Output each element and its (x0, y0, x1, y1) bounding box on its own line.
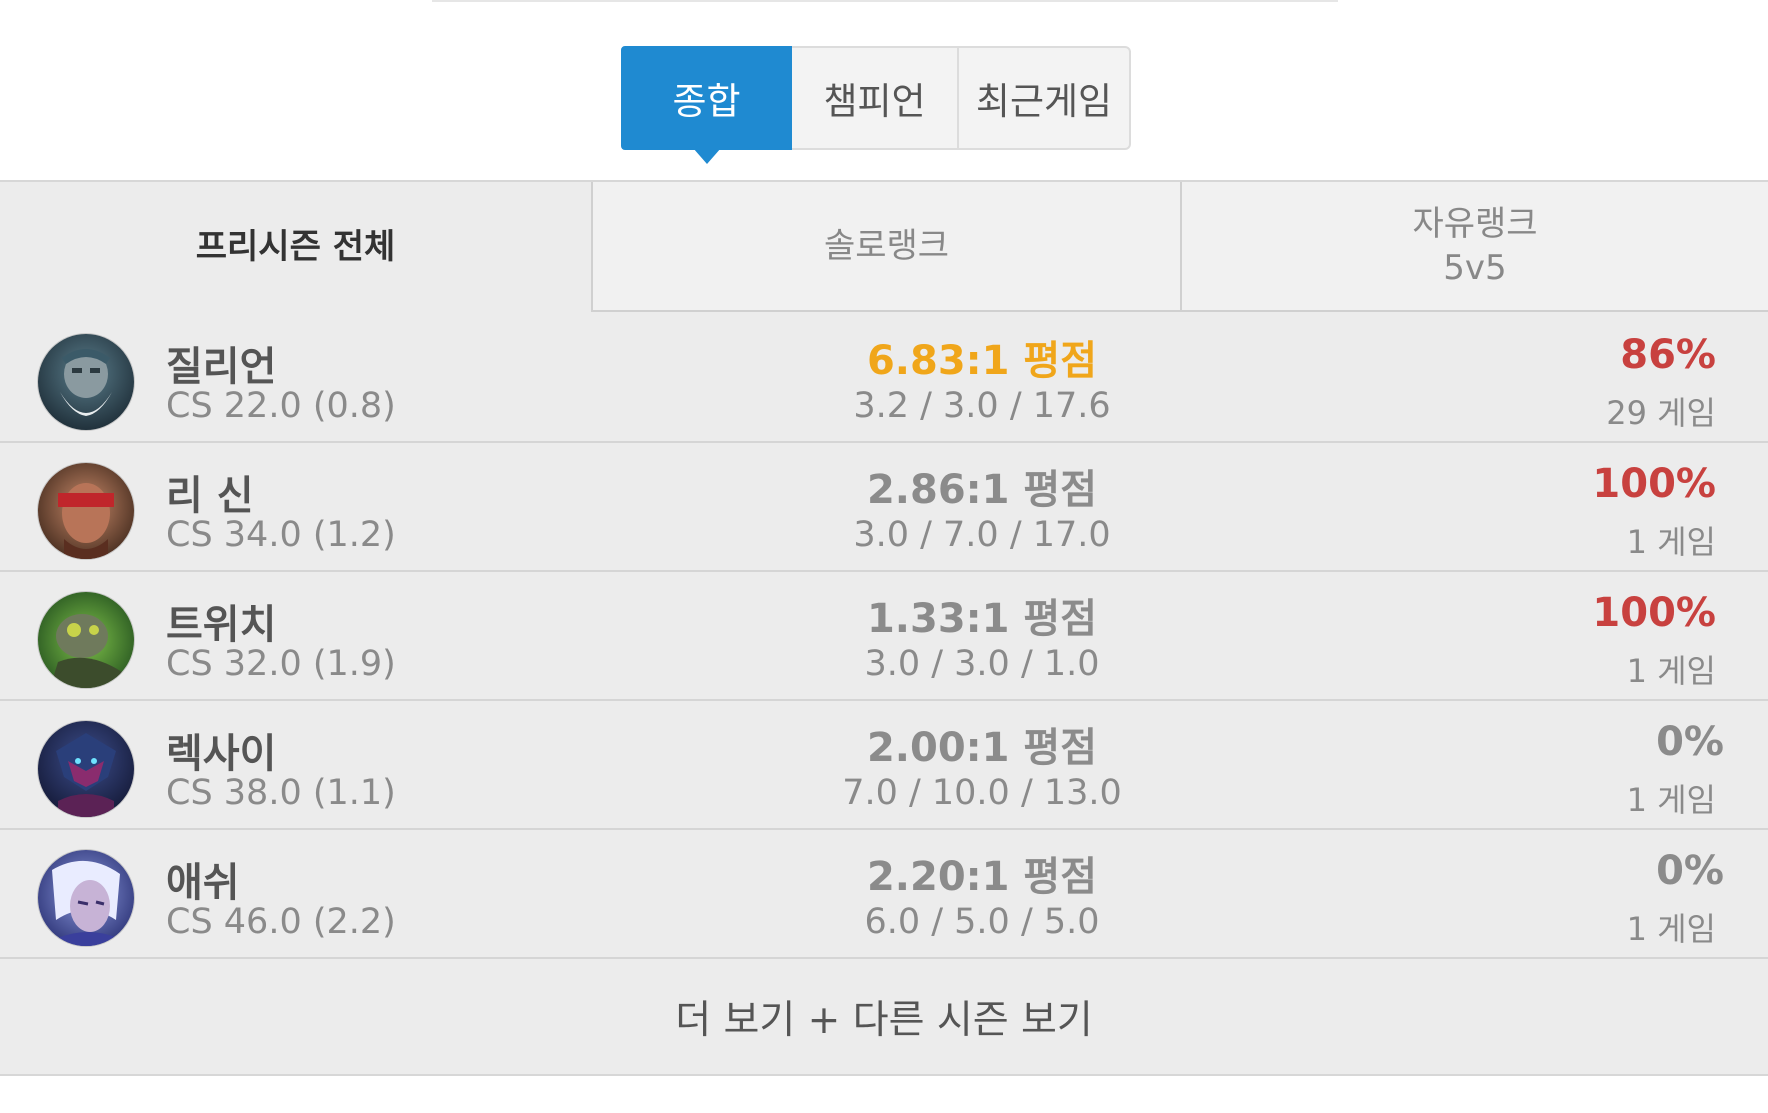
kda-detail: 7.0 / 10.0 / 13.0 (842, 773, 1122, 813)
reksai-portrait-icon (38, 721, 134, 817)
champion-name: 애쉬 (166, 860, 240, 906)
zilean-portrait-icon (38, 334, 134, 430)
champion-name: 트위치 (166, 602, 277, 648)
champion-row[interactable]: 질리언 CS 22.0 (0.8) 6.83:1 평점 3.2 / 3.0 / … (0, 314, 1768, 443)
champion-row[interactable]: 트위치 CS 32.0 (1.9) 1.33:1 평점 3.0 / 3.0 / … (0, 572, 1768, 701)
filter-preseason-all[interactable]: 프리시즌 전체 (0, 182, 591, 312)
filter-solo-rank[interactable]: 솔로랭크 (591, 182, 1182, 312)
kda-detail: 3.2 / 3.0 / 17.6 (853, 386, 1111, 426)
kda-detail: 3.0 / 7.0 / 17.0 (853, 515, 1111, 555)
champion-cs: CS 38.0 (1.1) (166, 773, 396, 813)
kda-ratio: 1.33:1 평점 (866, 596, 1098, 642)
champion-cs: CS 34.0 (1.2) (166, 515, 396, 555)
filter-flex-rank-mode: 5v5 (1443, 248, 1507, 288)
kda-ratio: 2.00:1 평점 (866, 725, 1098, 771)
winrate: 100% (1592, 590, 1716, 636)
champion-name: 질리언 (166, 344, 277, 390)
kda-detail: 3.0 / 3.0 / 1.0 (864, 644, 1100, 684)
filter-flex-rank[interactable]: 자유랭크 5v5 (1182, 182, 1768, 312)
twitch-portrait-icon (38, 592, 134, 688)
games-played: 1 게임 (1626, 652, 1716, 690)
tab-recent-games[interactable]: 최근게임 (959, 46, 1131, 150)
profile-tabs: 종합 챔피언 최근게임 (621, 46, 1131, 164)
more-button[interactable]: 더 보기 + 다른 시즌 보기 (0, 960, 1768, 1074)
games-played: 1 게임 (1626, 910, 1716, 948)
winrate: 86% (1620, 332, 1716, 378)
champion-row[interactable]: 애쉬 CS 46.0 (2.2) 2.20:1 평점 6.0 / 5.0 / 5… (0, 830, 1768, 959)
games-played: 29 게임 (1606, 394, 1716, 432)
card-bottom-border (0, 1074, 1768, 1076)
games-played: 1 게임 (1626, 781, 1716, 819)
kda-detail: 6.0 / 5.0 / 5.0 (864, 902, 1100, 942)
tab-summary[interactable]: 종합 (621, 46, 792, 164)
champion-cs: CS 22.0 (0.8) (166, 386, 396, 426)
filter-preseason-all-label: 프리시즌 전체 (195, 226, 396, 267)
champion-cs: CS 46.0 (2.2) (166, 902, 396, 942)
winrate: 0% (1656, 719, 1724, 765)
kda-ratio: 2.20:1 평점 (866, 854, 1098, 900)
tab-champions[interactable]: 챔피언 (792, 46, 959, 150)
top-divider (432, 0, 1338, 2)
champion-name: 렉사이 (166, 731, 277, 777)
champion-row[interactable]: 리 신 CS 34.0 (1.2) 2.86:1 평점 3.0 / 7.0 / … (0, 443, 1768, 572)
champion-cs: CS 32.0 (1.9) (166, 644, 396, 684)
queue-filter: 프리시즌 전체 솔로랭크 자유랭크 5v5 (0, 182, 1768, 312)
filter-flex-rank-label: 자유랭크 (1412, 203, 1538, 244)
ashe-portrait-icon (38, 850, 134, 946)
champion-row[interactable]: 렉사이 CS 38.0 (1.1) 2.00:1 평점 7.0 / 10.0 /… (0, 701, 1768, 830)
winrate: 100% (1592, 461, 1716, 507)
champion-name: 리 신 (166, 473, 254, 519)
filter-solo-rank-label: 솔로랭크 (823, 225, 950, 266)
kda-ratio: 2.86:1 평점 (866, 467, 1098, 513)
champion-list: 질리언 CS 22.0 (0.8) 6.83:1 평점 3.2 / 3.0 / … (0, 314, 1768, 959)
champion-stats-card: 프리시즌 전체 솔로랭크 자유랭크 5v5 질리언 CS 22.0 (0.8) … (0, 180, 1768, 1076)
games-played: 1 게임 (1626, 523, 1716, 561)
lee-sin-portrait-icon (38, 463, 134, 559)
kda-ratio: 6.83:1 평점 (866, 338, 1098, 384)
winrate: 0% (1656, 848, 1724, 894)
